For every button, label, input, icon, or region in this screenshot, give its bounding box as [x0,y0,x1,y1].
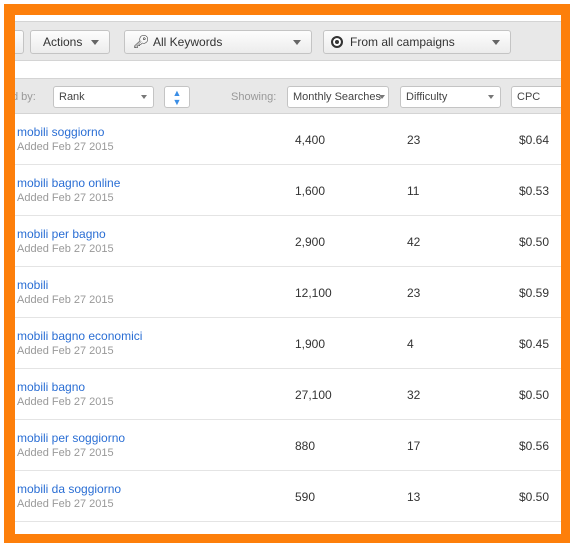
monthly-searches: 2,900 [295,235,326,249]
difficulty: 13 [407,490,421,504]
added-date: Added Feb 27 2015 [17,192,114,204]
added-date: Added Feb 27 2015 [17,141,114,153]
cpc: $0.53 [518,184,549,198]
table-row: mobili per soggiorno Added Feb 27 2015 8… [15,420,561,471]
table-row: mobili bagno economici Added Feb 27 2015… [15,318,561,369]
added-date: Added Feb 27 2015 [17,345,114,357]
table-row: mobili Added Feb 27 2015 12,100 23 $0.59 [15,267,561,318]
cpc: $0.50 [518,235,549,249]
added-date: Added Feb 27 2015 [17,447,114,459]
added-date: Added Feb 27 2015 [17,243,114,255]
chevron-down-icon [488,95,494,99]
cpc: $0.64 [518,133,549,147]
chevron-down-icon [293,40,301,45]
sort-arrows-icon: ▲ ▼ [172,88,182,107]
difficulty: 23 [407,133,421,147]
partial-button[interactable] [15,30,24,54]
campaigns-select[interactable]: From all campaigns [323,30,511,54]
monthly-searches: 1,900 [295,337,326,351]
monthly-searches: 27,100 [295,388,332,402]
keywords-select[interactable]: 🔑︎ All Keywords [124,30,312,54]
keywords-select-value: All Keywords [153,35,223,49]
keyword-link[interactable]: mobili bagno online [17,176,120,190]
table-row: mobili bagno Added Feb 27 2015 27,100 32… [15,369,561,420]
added-date: Added Feb 27 2015 [17,294,114,306]
column-select-cpc[interactable]: CPC [511,86,561,108]
showing-label: Showing: [231,91,277,103]
monthly-searches: 12,100 [295,286,332,300]
column-select-value: Difficulty [406,91,448,103]
cpc: $0.50 [518,490,549,504]
sort-select[interactable]: Rank [53,86,154,108]
keyword-link[interactable]: mobili bagno economici [17,329,142,343]
cpc: $0.45 [518,337,549,351]
monthly-searches: 880 [295,439,316,453]
campaigns-select-value: From all campaigns [350,35,455,49]
difficulty: 11 [407,184,420,198]
column-select-difficulty[interactable]: Difficulty [400,86,501,108]
chevron-down-icon [91,40,99,45]
keyword-link[interactable]: mobili [17,278,48,292]
added-date: Added Feb 27 2015 [17,396,114,408]
difficulty: 4 [407,337,414,351]
sort-bar: d by: Rank ▲ ▼ Showing: Monthly Searches … [15,78,561,114]
cpc: $0.50 [518,388,549,402]
keyword-link[interactable]: mobili bagno [17,380,85,394]
table-row: mobili da soggiorno Added Feb 27 2015 59… [15,471,561,522]
added-date: Added Feb 27 2015 [17,498,114,510]
column-select-monthly-searches[interactable]: Monthly Searches [287,86,389,108]
key-icon: 🔑︎ [133,34,150,49]
chevron-down-icon [492,40,500,45]
monthly-searches: 590 [295,490,316,504]
keyword-link[interactable]: mobili da soggiorno [17,482,121,496]
difficulty: 23 [407,286,421,300]
keyword-link[interactable]: mobili per bagno [17,227,106,241]
table-row: mobili bagno online Added Feb 27 2015 1,… [15,165,561,216]
chevron-down-icon [379,95,385,99]
monthly-searches: 1,600 [295,184,326,198]
difficulty: 32 [407,388,421,402]
difficulty: 17 [407,439,421,453]
difficulty: 42 [407,235,421,249]
actions-label: Actions [43,35,83,49]
toolbar: Actions 🔑︎ All Keywords From all campaig… [15,21,561,61]
column-select-value: Monthly Searches [293,91,382,103]
table-row: mobili soggiorno Added Feb 27 2015 4,400… [15,114,561,165]
cpc: $0.56 [518,439,549,453]
cpc: $0.59 [518,286,549,300]
keyword-panel: Actions 🔑︎ All Keywords From all campaig… [15,15,561,534]
sort-direction-button[interactable]: ▲ ▼ [164,86,190,108]
keyword-link[interactable]: mobili soggiorno [17,125,104,139]
chevron-down-icon [141,95,147,99]
globe-icon [331,36,343,48]
sorted-by-label: d by: [15,91,36,103]
table-row: mobili per bagno Added Feb 27 2015 2,900… [15,216,561,267]
actions-button[interactable]: Actions [30,30,110,54]
keyword-link[interactable]: mobili per soggiorno [17,431,125,445]
sort-select-value: Rank [59,91,85,103]
column-select-value: CPC [517,91,541,103]
monthly-searches: 4,400 [295,133,326,147]
